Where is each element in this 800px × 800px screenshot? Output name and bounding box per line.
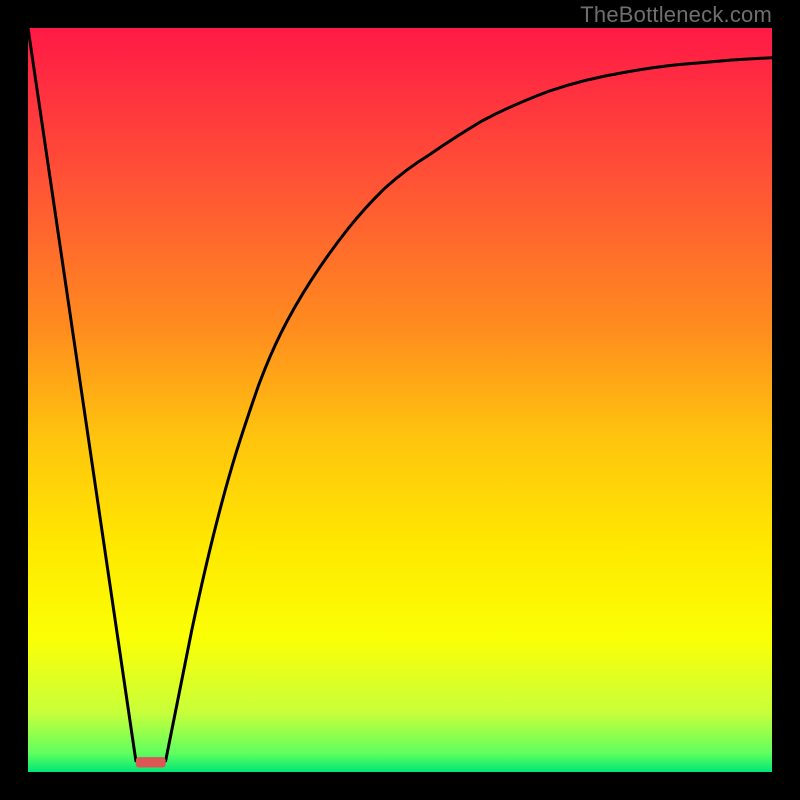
gradient-background — [28, 28, 772, 772]
bottleneck-chart: TheBottleneck.com — [0, 0, 800, 800]
plot-area — [28, 28, 772, 772]
bottleneck-marker — [136, 757, 166, 767]
annotation-layer — [136, 757, 166, 767]
watermark-text: TheBottleneck.com — [580, 2, 772, 28]
chart-svg — [28, 28, 772, 772]
